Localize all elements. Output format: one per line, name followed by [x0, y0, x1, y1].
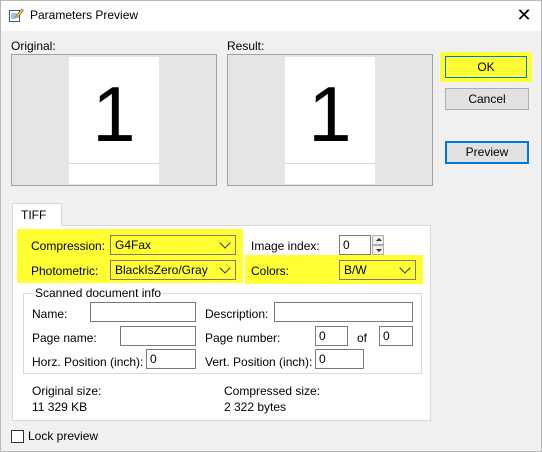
- colors-value: B/W: [344, 263, 367, 277]
- horz-position-label: Horz. Position (inch):: [32, 355, 144, 369]
- vert-position-label: Vert. Position (inch):: [205, 355, 313, 369]
- image-index-input[interactable]: 0: [339, 235, 371, 255]
- description-input[interactable]: [274, 302, 413, 322]
- compressed-size-value: 2 322 bytes: [224, 400, 287, 414]
- chevron-down-icon: [399, 262, 411, 274]
- original-preview: 1: [11, 54, 217, 186]
- preview-button[interactable]: Preview: [445, 141, 529, 164]
- ok-button[interactable]: OK: [445, 56, 527, 78]
- tab-join: [13, 224, 61, 226]
- chevron-down-icon: [219, 237, 231, 249]
- arrow-down-icon: [376, 249, 382, 252]
- original-size-label: Original size:: [32, 384, 102, 398]
- tab-tiff[interactable]: TIFF: [12, 203, 62, 226]
- page-divider: [285, 163, 375, 164]
- edit-document-icon: [9, 8, 24, 22]
- original-page-number: 1: [92, 70, 136, 158]
- photometric-label: Photometric:: [31, 264, 99, 278]
- original-page: 1: [69, 57, 159, 184]
- image-index-spin-down[interactable]: [372, 245, 384, 255]
- lock-preview-checkbox[interactable]: [11, 430, 24, 443]
- name-input[interactable]: [90, 302, 196, 322]
- colors-label: Colors:: [251, 264, 290, 278]
- vert-position-input[interactable]: 0: [315, 349, 364, 369]
- chevron-down-icon: [219, 262, 231, 274]
- page-name-input[interactable]: [120, 326, 196, 346]
- compression-label: Compression:: [31, 239, 106, 253]
- cancel-button[interactable]: Cancel: [445, 88, 529, 110]
- compression-value: G4Fax: [115, 238, 152, 252]
- page-total-input[interactable]: 0: [379, 326, 413, 346]
- lock-preview-label: Lock preview: [28, 429, 99, 443]
- compressed-size-label: Compressed size:: [224, 384, 321, 398]
- window-title: Parameters Preview: [30, 8, 139, 22]
- scanned-info-title: Scanned document info: [33, 286, 164, 300]
- result-page-number: 1: [308, 70, 352, 158]
- page-number-input[interactable]: 0: [315, 326, 348, 346]
- original-size-value: 11 329 KB: [32, 400, 88, 414]
- close-icon[interactable]: ✕: [508, 2, 540, 28]
- image-index-label: Image index:: [251, 239, 320, 253]
- original-label: Original:: [11, 39, 56, 53]
- title-bar: Parameters Preview ✕: [0, 0, 542, 31]
- image-index-spin-up[interactable]: [372, 235, 384, 245]
- colors-select[interactable]: B/W: [339, 260, 416, 280]
- result-page: 1: [285, 57, 375, 184]
- page-divider: [69, 163, 159, 164]
- horz-position-input[interactable]: 0: [146, 349, 196, 369]
- page-name-label: Page name:: [32, 331, 97, 345]
- result-label: Result:: [227, 39, 265, 53]
- name-label: Name:: [32, 307, 68, 321]
- compression-select[interactable]: G4Fax: [110, 235, 236, 255]
- photometric-value: BlackIsZero/Gray: [115, 263, 208, 277]
- tab-tiff-label: TIFF: [21, 208, 47, 222]
- page-number-label: Page number:: [205, 331, 281, 345]
- photometric-select[interactable]: BlackIsZero/Gray: [110, 260, 236, 280]
- result-preview: 1: [227, 54, 433, 186]
- arrow-up-icon: [376, 238, 382, 241]
- description-label: Description:: [205, 307, 269, 321]
- of-label: of: [357, 331, 368, 345]
